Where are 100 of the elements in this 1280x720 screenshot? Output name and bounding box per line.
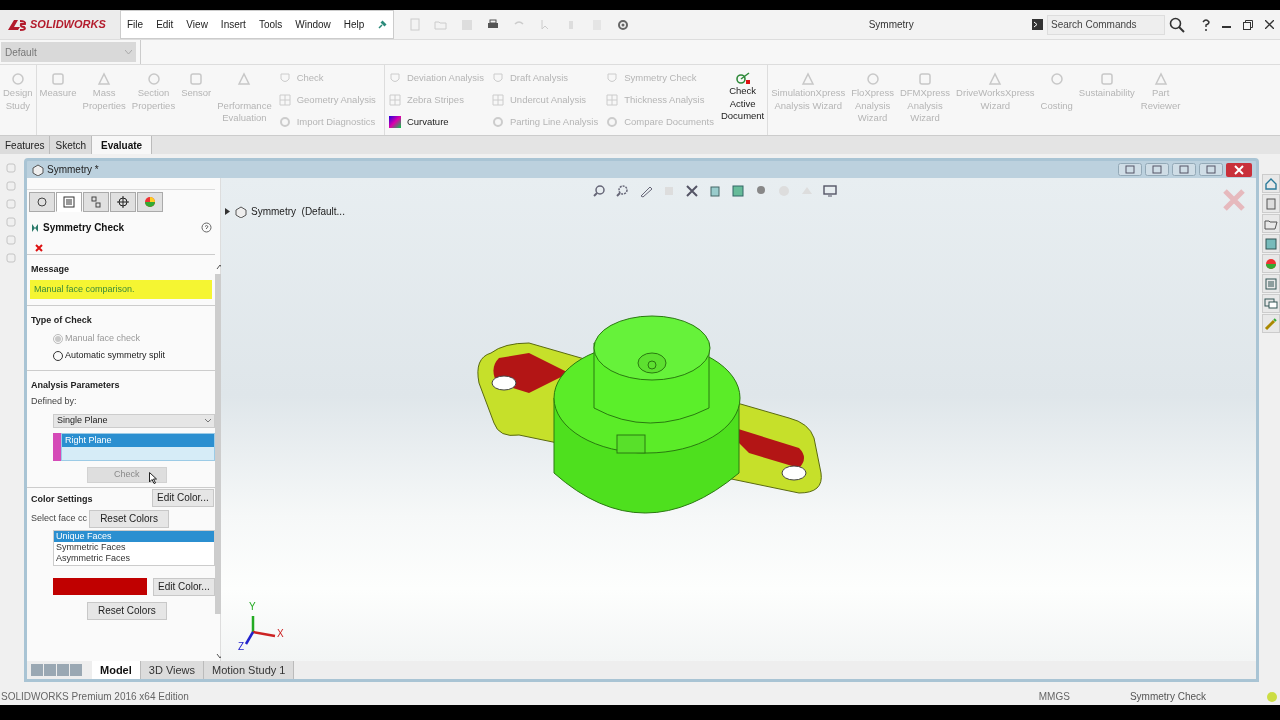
expand-arrow-icon[interactable] [225, 208, 230, 215]
property-manager-tab[interactable] [56, 192, 82, 212]
help-icon[interactable] [1202, 18, 1210, 31]
command-prompt-icon [1032, 19, 1043, 30]
tab[interactable]: Features [0, 136, 51, 154]
chat-icon[interactable] [1264, 296, 1278, 311]
status-text: SOLIDWORKS Premium 2016 x64 Edition [1, 690, 189, 704]
pencil-icon[interactable] [639, 184, 653, 198]
panel-title: Symmetry Check [43, 221, 125, 235]
menu-item[interactable]: Tools [258, 17, 283, 32]
edit-color-button[interactable]: Edit Color... [153, 577, 215, 596]
restore-icon[interactable] [1243, 19, 1253, 30]
grid-icon [606, 94, 619, 106]
ribbon-button[interactable]: Check Active Document [720, 85, 765, 123]
square-tool-icon [50, 71, 67, 87]
tab[interactable]: Evaluate [92, 136, 153, 154]
cursor-icon [149, 471, 157, 484]
document-title: Symmetry * [47, 163, 99, 177]
menu-item[interactable]: View [186, 17, 208, 32]
axis-label: Z [238, 642, 245, 652]
tab[interactable]: Model [92, 661, 141, 679]
configuration-dropdown[interactable]: Default [1, 42, 136, 62]
circle-tool-icon [1048, 71, 1065, 87]
list-item[interactable]: Symmetric Faces [54, 541, 214, 553]
field-label: Defined by: [30, 395, 78, 408]
logo-text: SOLIDWORKS [30, 17, 106, 33]
search-icon [1169, 16, 1185, 33]
tab[interactable]: Motion Study 1 [204, 661, 295, 679]
shield-icon [606, 72, 619, 84]
grid-icon [278, 94, 291, 106]
blocks-icon [89, 195, 103, 209]
menu-item[interactable]: File [127, 17, 144, 32]
check-mark-icon [734, 71, 751, 85]
menu-item[interactable]: Edit [156, 17, 174, 32]
zoom-area-icon[interactable] [616, 184, 630, 198]
plane-dropdown[interactable]: Single Plane [53, 413, 215, 428]
close-icon[interactable] [1226, 162, 1252, 177]
tab[interactable]: 3D Views [140, 661, 205, 679]
menu-item[interactable]: Window [295, 17, 331, 32]
pin-icon[interactable] [377, 19, 388, 30]
triangle-tool-icon [987, 71, 1004, 87]
menu-item[interactable]: Insert [220, 17, 246, 32]
message-text: Manual face comparison. [30, 279, 212, 299]
shield-icon [388, 72, 401, 84]
status-icon [1266, 690, 1278, 703]
square-tool-icon [1098, 71, 1115, 87]
box-icon[interactable] [1264, 196, 1278, 211]
list-item[interactable]: Unique Faces [54, 530, 214, 542]
grid-icon [388, 94, 401, 106]
pie-icon [143, 195, 157, 209]
wand-icon[interactable] [1264, 316, 1278, 331]
triangle-tool-icon [96, 71, 113, 87]
settings-icon[interactable] [616, 17, 631, 32]
circle-tool-icon [9, 71, 26, 87]
triangle-tool-icon [236, 71, 253, 87]
square-tool-icon [917, 71, 934, 87]
triangle-tool-icon [1152, 71, 1169, 87]
square-tool-icon [188, 71, 205, 87]
home-icon[interactable] [1264, 176, 1278, 191]
dimension-tab[interactable] [110, 192, 136, 212]
selection-color-marker [53, 432, 61, 461]
section-heading: Message [30, 263, 71, 276]
section-heading: Type of Check [30, 314, 93, 327]
circle-tool-icon [864, 71, 881, 87]
color-swatch[interactable] [53, 578, 147, 595]
selection-box[interactable]: Right Plane [61, 432, 215, 461]
radio-label: Automatic symmetry split [65, 349, 166, 363]
window-title: Symmetry [867, 18, 915, 32]
color-wheel-icon[interactable] [1264, 256, 1278, 271]
reset-colors-button[interactable]: Reset Colors [86, 601, 167, 620]
close-icon[interactable] [35, 243, 43, 252]
tab[interactable]: Sketch [50, 136, 93, 154]
face-type-list[interactable]: Unique Faces Symmetric Faces Asymmetric Faces [53, 529, 215, 566]
monitor-icon[interactable] [823, 184, 837, 198]
status-text: MMGS [1038, 690, 1070, 704]
status-text: Symmetry Check [1129, 690, 1206, 704]
search-field[interactable]: Search Commands [1047, 14, 1165, 35]
shield-icon [492, 72, 504, 84]
zoom-fit-icon[interactable] [593, 184, 607, 198]
new-document-icon[interactable] [408, 17, 423, 32]
edit-color-button[interactable]: Edit Color... [152, 488, 214, 507]
tree-item[interactable]: Symmetry (Default... [251, 204, 345, 219]
check-button[interactable]: Check [86, 466, 167, 483]
ribbon-button[interactable]: Curvature [406, 114, 449, 130]
close-icon[interactable] [1265, 20, 1274, 29]
triangle-tool-icon [800, 71, 817, 87]
feature-tree-tab[interactable] [29, 192, 55, 212]
axis-label: X [277, 629, 284, 639]
reset-colors-button[interactable]: Reset Colors [89, 509, 170, 528]
field-label: Select face cc [30, 511, 88, 525]
shield-icon [278, 72, 291, 84]
color-gradient-icon [388, 116, 401, 128]
axis-label: Y [249, 602, 256, 612]
logo-icon [6, 17, 28, 32]
circle-tool-icon [145, 71, 162, 87]
section-heading: Analysis Parameters [30, 378, 121, 392]
list-item[interactable]: Right Plane [62, 433, 214, 447]
menu-item[interactable]: Help [343, 17, 365, 32]
grid-icon [492, 94, 504, 106]
list-item[interactable]: Asymmetric Faces [54, 552, 214, 564]
